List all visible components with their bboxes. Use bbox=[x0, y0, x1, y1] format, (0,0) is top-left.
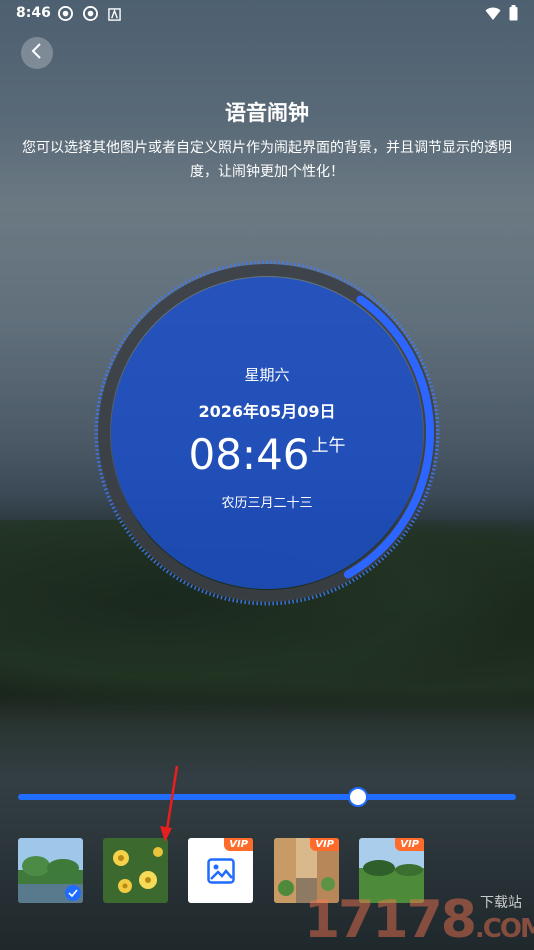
aperture-icon bbox=[83, 6, 98, 21]
opacity-slider[interactable] bbox=[18, 787, 516, 807]
clock-date: 2026年05月09日 bbox=[198, 402, 336, 421]
vip-badge: VIP bbox=[395, 838, 424, 851]
clock-preview: 星期六 2026年05月09日 08:46 上午 农历三月二十三 bbox=[92, 258, 442, 608]
aperture-icon bbox=[58, 6, 73, 21]
background-option-flowers[interactable] bbox=[103, 838, 168, 903]
watermark-text: 下载站 bbox=[480, 895, 522, 911]
opacity-slider-thumb[interactable] bbox=[347, 787, 368, 807]
a-icon bbox=[108, 6, 123, 21]
status-notification-icons bbox=[58, 6, 123, 21]
opacity-slider-track[interactable] bbox=[18, 794, 516, 800]
yellow-flowers-image bbox=[103, 838, 168, 903]
back-button[interactable] bbox=[21, 37, 53, 69]
selected-check-icon bbox=[65, 885, 81, 901]
background-option-lake[interactable] bbox=[18, 838, 83, 903]
status-bar: 8:46 bbox=[0, 0, 534, 28]
clock-time: 08:46 bbox=[188, 430, 310, 479]
battery-icon bbox=[509, 5, 518, 25]
status-right-icons bbox=[485, 5, 518, 25]
page-description: 您可以选择其他图片或者自定义照片作为闹起界面的背景，并且调节显示的透明度，让闹钟… bbox=[22, 140, 512, 180]
wifi-icon bbox=[485, 6, 501, 25]
page-title: 语音闹钟 bbox=[225, 101, 309, 125]
status-time: 8:46 bbox=[16, 5, 51, 21]
clock-weekday: 星期六 bbox=[244, 366, 290, 384]
background-option-custom-photo[interactable]: VIP bbox=[188, 838, 253, 903]
clock-time-row: 08:46 上午 bbox=[92, 430, 442, 479]
clock-lunar-date: 农历三月二十三 bbox=[221, 496, 313, 511]
vip-badge: VIP bbox=[224, 838, 253, 851]
image-picker-icon bbox=[207, 858, 235, 888]
clock-ampm: 上午 bbox=[311, 436, 346, 456]
vip-badge: VIP bbox=[310, 838, 339, 851]
chevron-left-icon bbox=[30, 43, 44, 63]
site-watermark: 17178.COM 下载站 bbox=[304, 884, 534, 950]
